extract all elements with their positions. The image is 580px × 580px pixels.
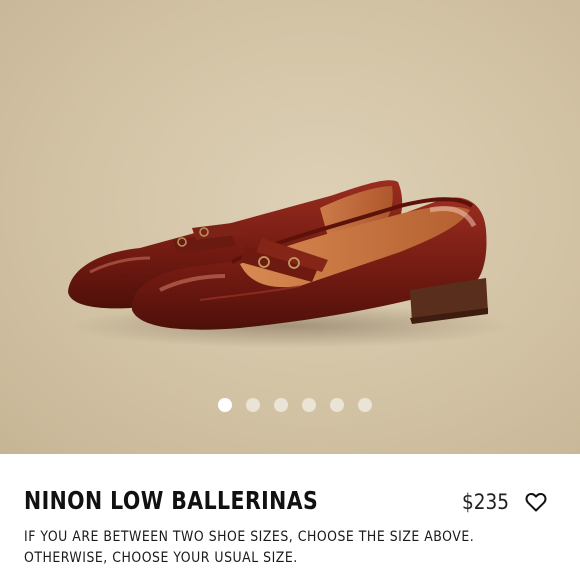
product-image-carousel[interactable] xyxy=(0,0,580,454)
product-photo xyxy=(68,180,510,348)
product-title: NINON LOW BALLERINAS xyxy=(24,486,319,515)
carousel-dot[interactable] xyxy=(330,398,344,412)
carousel-dot[interactable] xyxy=(246,398,260,412)
size-advice-text: IF YOU ARE BETWEEN TWO SHOE SIZES, CHOOS… xyxy=(24,529,475,566)
carousel-dot[interactable] xyxy=(358,398,372,412)
carousel-dot[interactable] xyxy=(274,398,288,412)
carousel-dot[interactable] xyxy=(218,398,232,412)
carousel-indicators xyxy=(0,398,580,412)
product-price: $235 xyxy=(462,490,510,514)
heart-outline-icon[interactable] xyxy=(524,490,548,514)
carousel-dot[interactable] xyxy=(302,398,316,412)
